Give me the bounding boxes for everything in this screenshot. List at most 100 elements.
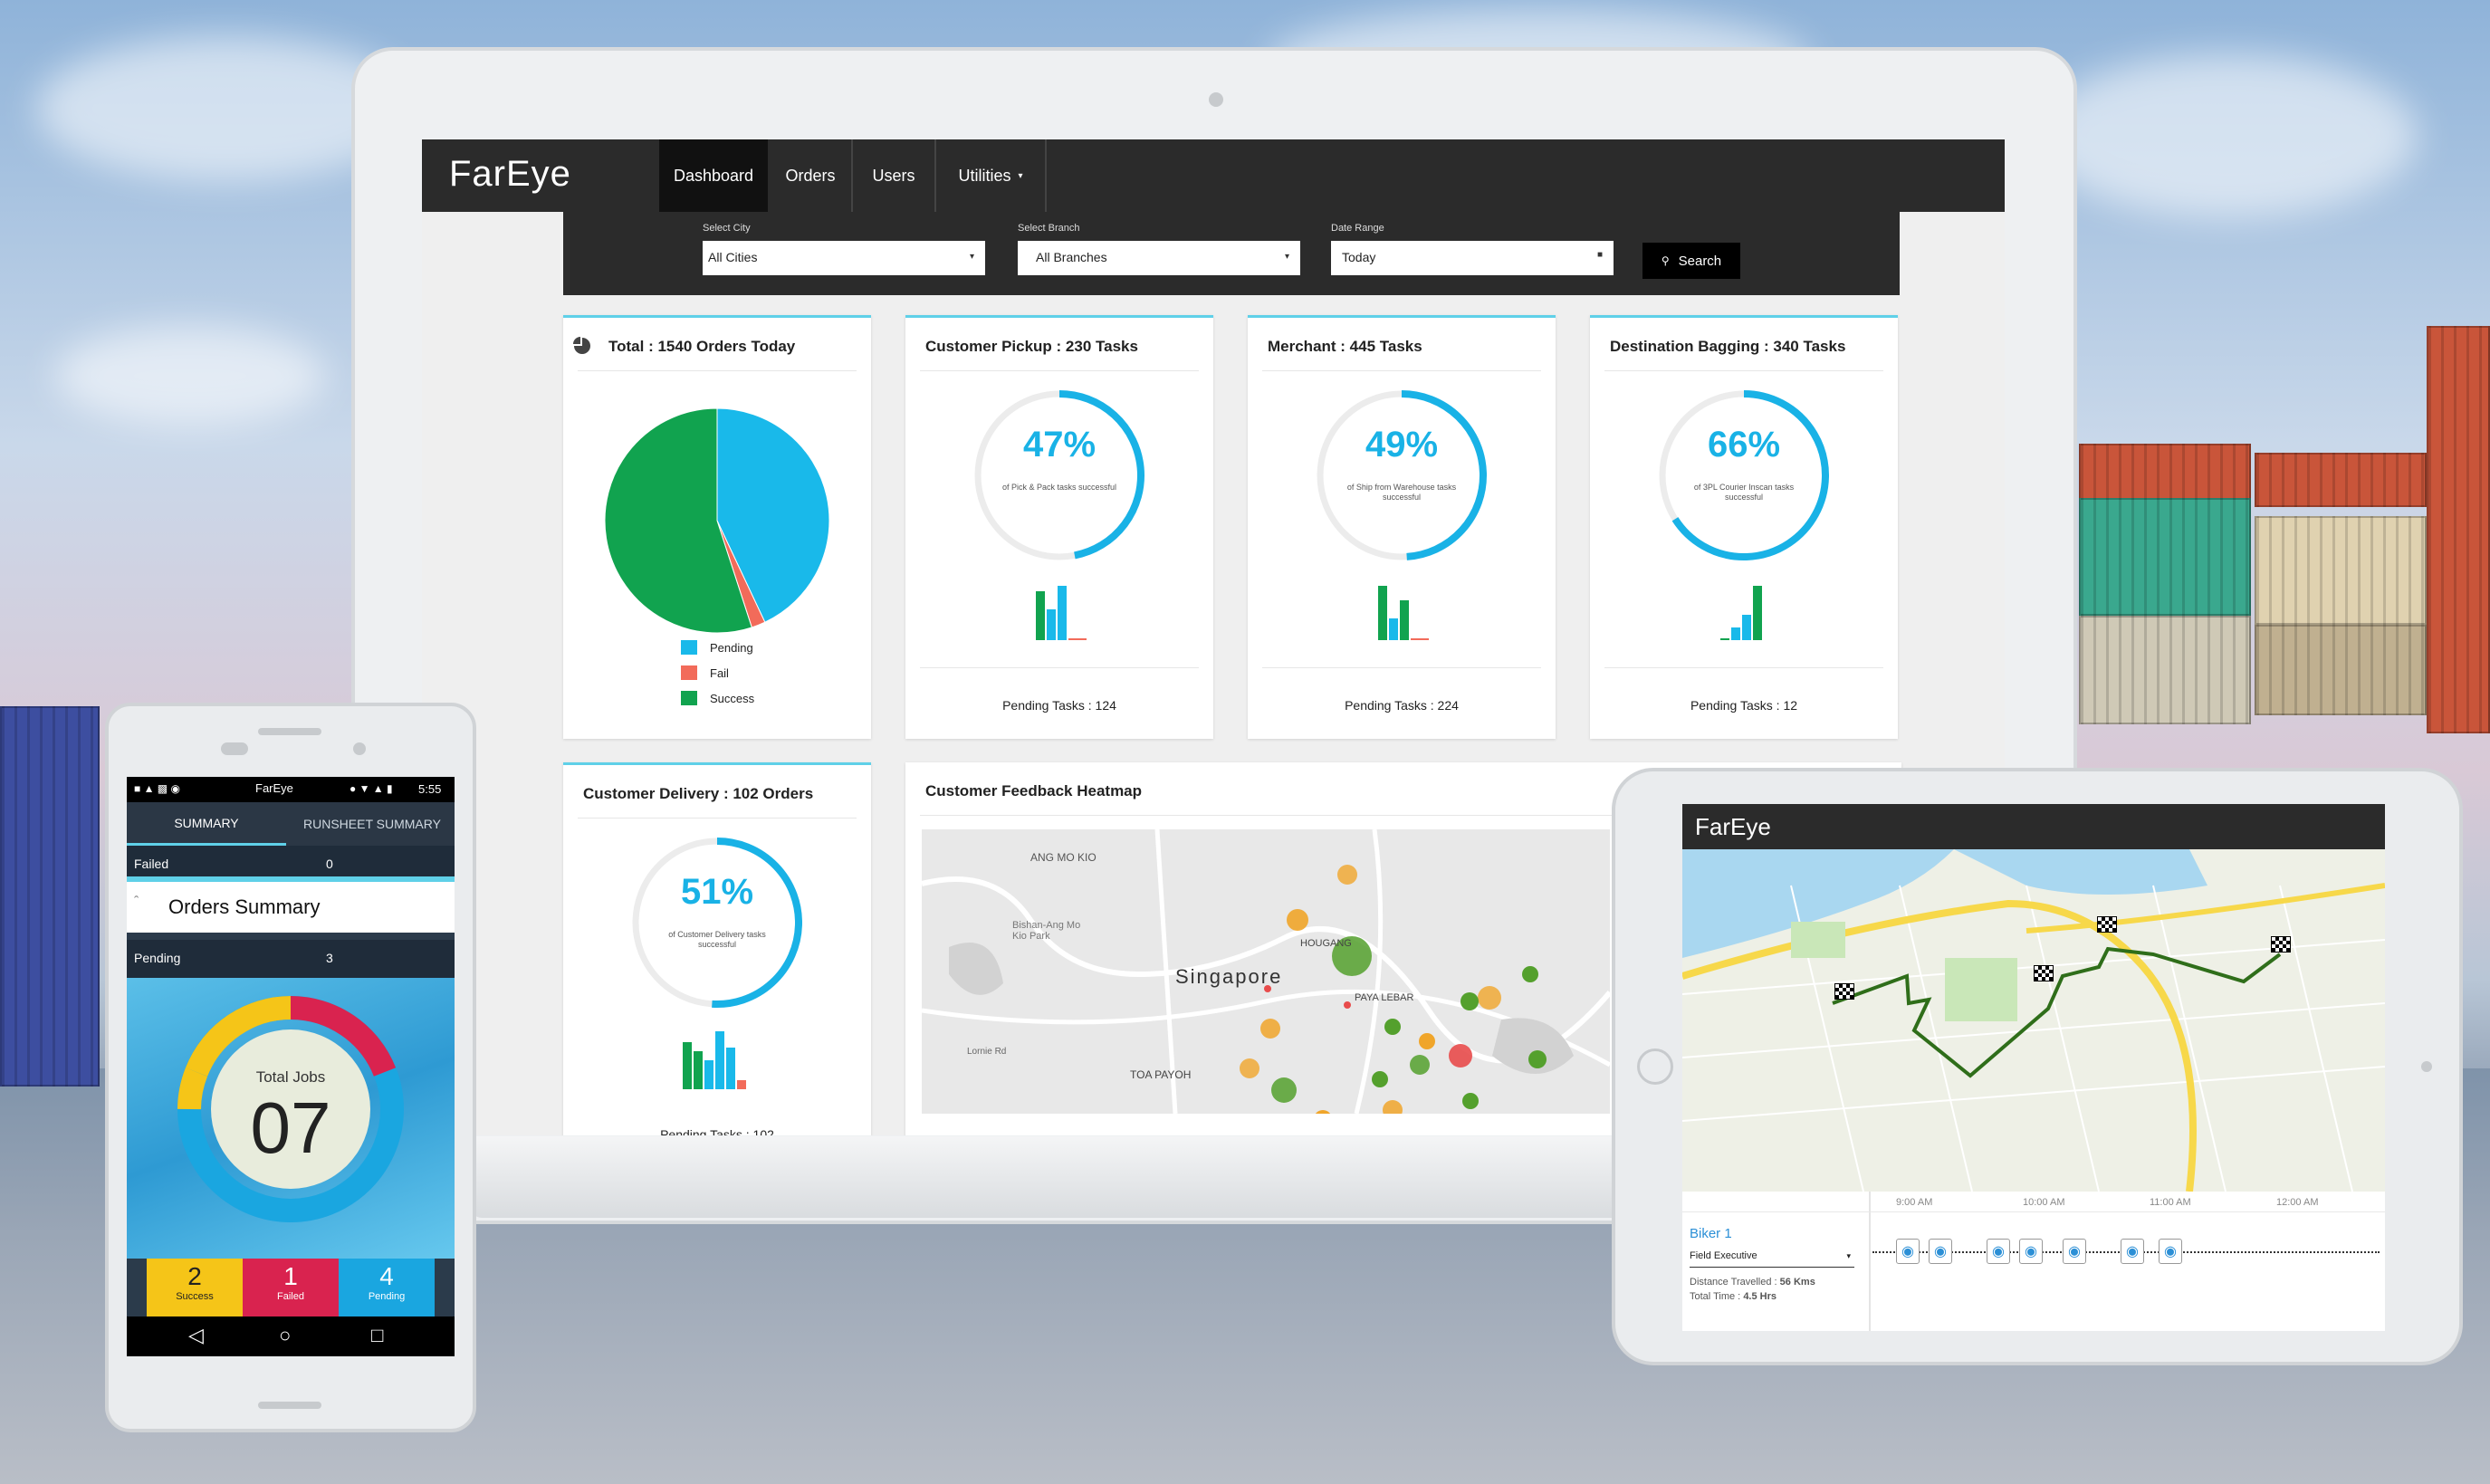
success-tile[interactable]: 2 Success: [147, 1259, 243, 1324]
location-pin-icon[interactable]: ◉: [1929, 1239, 1952, 1264]
legend-label: Pending: [710, 640, 753, 655]
tab-runsheet-summary[interactable]: RUNSHEET SUMMARY: [290, 802, 455, 846]
row-value: 0: [326, 857, 333, 871]
status-icons: ■ ▲ ▩ ◉: [134, 782, 180, 795]
legend-item: Success: [681, 691, 754, 705]
distance-label: Distance Travelled :: [1690, 1277, 1777, 1288]
app-logo[interactable]: FarEye: [449, 154, 571, 195]
location-pin-icon[interactable]: ◉: [2063, 1239, 2086, 1264]
phone-status-bar: ■ ▲ ▩ ◉ FarEye ● ▼ ▲ ▮ 5:55: [127, 777, 455, 802]
time-tick: 11:00 AM: [2150, 1197, 2191, 1208]
location-pin-icon[interactable]: ◉: [2121, 1239, 2144, 1264]
location-pin-icon[interactable]: ◉: [2159, 1239, 2182, 1264]
progress-arc: [1401, 390, 1487, 560]
orders-summary-header[interactable]: ˆ Orders Summary: [127, 882, 455, 933]
nav-utilities[interactable]: Utilities ▾: [936, 139, 1045, 212]
legend-swatch: [681, 665, 697, 680]
search-icon: ⚲: [1661, 254, 1670, 267]
total-jobs-value: 07: [250, 1087, 331, 1168]
pending-tile[interactable]: 4 Pending: [339, 1259, 435, 1324]
tile-label: Success: [176, 1291, 214, 1302]
flag-icon: [2097, 916, 2117, 933]
legend-swatch: [681, 691, 697, 705]
distance-row: Distance Travelled : 56 Kms: [1690, 1277, 1815, 1288]
city-select[interactable]: All Cities ▾: [703, 241, 985, 275]
route-map[interactable]: [1682, 849, 2385, 1192]
signal-icon: ● ▼ ▲ ▮: [350, 782, 393, 795]
legend-label: Fail: [710, 665, 729, 680]
role-select[interactable]: Field Executive ▾: [1690, 1246, 1854, 1268]
total-orders-card: Total : 1540 Orders Today Pending Fail S…: [563, 315, 871, 739]
progress-arc: [1671, 390, 1829, 560]
date-range-field[interactable]: Today ■: [1331, 241, 1614, 275]
progress-caption: of 3PL Courier Inscan tasks successful: [1693, 483, 1795, 502]
recents-icon[interactable]: □: [371, 1324, 383, 1347]
progress-caption: of Customer Delivery tasks successful: [668, 930, 766, 949]
location-pin-icon[interactable]: ◉: [2019, 1239, 2043, 1264]
time-value: 4.5 Hrs: [1743, 1291, 1777, 1302]
progress-percent: 51%: [680, 872, 754, 912]
heatmap-map[interactable]: ANG MO KIO Bishan-Ang Mo Kio Park Singap…: [922, 829, 1610, 1114]
nav-users[interactable]: Users: [853, 139, 934, 212]
flag-icon: [2034, 965, 2054, 981]
orders-summary-title: Orders Summary: [168, 895, 321, 918]
total-jobs-label: Total Jobs: [255, 1068, 326, 1086]
home-icon[interactable]: ○: [279, 1324, 291, 1347]
caret-down-icon: ▾: [1846, 1251, 1851, 1260]
map-label: Lornie Rd: [967, 1047, 1007, 1057]
time-tick: 10:00 AM: [2023, 1197, 2065, 1208]
rider-timeline-panel: Biker 1 Field Executive ▾ Distance Trave…: [1682, 1192, 2385, 1331]
row-value: 3: [326, 951, 333, 965]
failed-tile[interactable]: 1 Failed: [243, 1259, 339, 1324]
tablet-screen: FarEye Biker 1 Field Executive ▾ Distanc…: [1682, 804, 2385, 1331]
card-title: Total : 1540 Orders Today: [608, 338, 796, 355]
pending-tasks: Pending Tasks : 224: [1345, 698, 1459, 713]
location-pin-icon[interactable]: ◉: [1896, 1239, 1920, 1264]
pie-chart-icon: [573, 337, 590, 354]
rider-name[interactable]: Biker 1: [1690, 1226, 1732, 1241]
branch-select[interactable]: All Branches ▾: [1018, 241, 1300, 275]
legend-item: Fail: [681, 665, 729, 680]
card-title: Destination Bagging : 340 Tasks: [1610, 338, 1846, 355]
map-label: PAYA LEBAR: [1355, 992, 1414, 1003]
progress-caption: of Pick & Pack tasks successful: [1001, 483, 1117, 492]
back-icon[interactable]: ◁: [188, 1324, 204, 1347]
flag-icon: [1834, 983, 1854, 1000]
tile-value: 4: [379, 1262, 394, 1290]
customer-delivery-card: Customer Delivery : 102 Orders 51% of Cu…: [563, 762, 871, 1135]
phone-screen: ■ ▲ ▩ ◉ FarEye ● ▼ ▲ ▮ 5:55 SUMMARY RUNS…: [127, 777, 455, 1356]
time-tick: 12:00 AM: [2276, 1197, 2319, 1208]
phone-nav-bar: ◁ ○ □: [127, 1316, 455, 1356]
home-button[interactable]: [1637, 1048, 1673, 1085]
search-button[interactable]: ⚲ Search: [1642, 243, 1740, 279]
phone-tabs: SUMMARY RUNSHEET SUMMARY: [127, 802, 455, 846]
bar-chart-icon: [683, 1031, 746, 1089]
search-label: Search: [1678, 253, 1722, 269]
chevron-up-icon: ˆ: [134, 895, 139, 910]
time-label: Total Time :: [1690, 1291, 1741, 1302]
role-value: Field Executive: [1690, 1250, 1757, 1261]
progress-ring: [632, 838, 802, 1008]
time-row: Total Time : 4.5 Hrs: [1690, 1291, 1777, 1302]
location-pin-icon[interactable]: ◉: [1987, 1239, 2010, 1264]
tile-label: Failed: [277, 1291, 304, 1302]
progress-ring: [1659, 390, 1829, 560]
date-value: Today: [1342, 250, 1376, 264]
map-label: ANG MO KIO: [1030, 851, 1097, 864]
time-tick: 9:00 AM: [1896, 1197, 1933, 1208]
card-title: Customer Pickup : 230 Tasks: [925, 338, 1138, 355]
pending-tasks: Pending Tasks : 124: [1002, 698, 1116, 713]
city-background: Total Jobs 07: [127, 978, 455, 1259]
map-label: Singapore: [1175, 965, 1283, 988]
nav-dashboard[interactable]: Dashboard: [659, 139, 768, 212]
progress-percent: 66%: [1707, 425, 1781, 464]
orders-pie-chart: [604, 407, 830, 634]
progress-ring: [1317, 390, 1487, 560]
legend-label: Success: [710, 691, 755, 705]
tab-summary[interactable]: SUMMARY: [127, 802, 286, 846]
bar-chart-icon: [1036, 586, 1087, 640]
city-label: Select City: [703, 223, 751, 234]
nav-orders[interactable]: Orders: [770, 139, 851, 212]
map-label: HOUGANG: [1300, 938, 1352, 949]
nav-utilities-label: Utilities: [958, 166, 1011, 185]
